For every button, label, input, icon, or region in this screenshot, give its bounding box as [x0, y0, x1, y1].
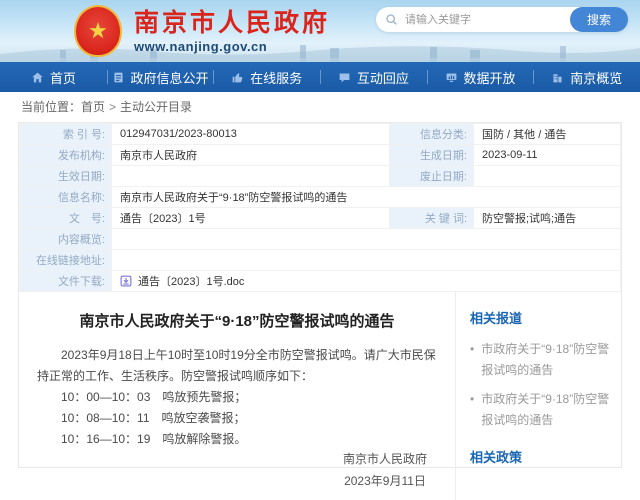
breadcrumb-current: 主动公开目录: [120, 100, 192, 114]
site-url: www.nanjing.gov.cn: [134, 39, 330, 54]
document-panel: 索 引 号: 012947031/2023-80013 信息分类: 国防 / 其…: [18, 122, 622, 468]
table-row: 生效日期: 废止日期:: [20, 166, 621, 187]
summary-label: 内容概览:: [20, 229, 112, 250]
search-bar: 搜索: [376, 7, 628, 32]
related-policies-heading: 相关政策: [470, 447, 611, 466]
notice-article: 南京市人民政府关于“9·18”防空警报试鸣的通告 2023年9月18日上午10时…: [19, 292, 455, 500]
search-button[interactable]: 搜索: [570, 7, 628, 32]
download-file-link[interactable]: 通告〔2023〕1号.doc: [138, 273, 244, 289]
breadcrumb-home-link[interactable]: 首页: [81, 100, 105, 114]
table-row: 文 号: 通告〔2023〕1号 关 键 词: 防空警报;试鸣;通告: [20, 208, 621, 229]
national-emblem-logo: ★: [74, 5, 122, 57]
summary-value: [112, 229, 621, 250]
effective-date-label: 生效日期:: [20, 166, 112, 187]
keywords-label: 关 键 词:: [390, 208, 474, 229]
schedule-line: 10：16—10：19 鸣放解除警报。: [37, 429, 437, 450]
nav-item-online-services[interactable]: 在线服务: [213, 62, 320, 92]
table-row: 文件下载: 通告〔2023〕1号.doc: [20, 271, 621, 292]
index-number-value: 012947031/2023-80013: [112, 124, 390, 145]
signature-name: 南京市人民政府: [343, 448, 427, 470]
nav-label: 在线服务: [250, 68, 302, 87]
issuing-org-value: 南京市人民政府: [112, 145, 390, 166]
article-paragraph: 2023年9月18日上午10时至10时19分全市防空警报试鸣。请广大市民保持正常…: [37, 345, 437, 387]
issuing-org-label: 发布机构:: [20, 145, 112, 166]
abolish-date-label: 废止日期:: [390, 166, 474, 187]
bullet-icon: •: [470, 389, 474, 431]
site-header: ★ 南京市人民政府 www.nanjing.gov.cn 搜索: [0, 0, 640, 62]
file-download-label: 文件下载:: [20, 271, 112, 292]
search-icon: [385, 13, 398, 26]
nav-item-gov-info[interactable]: 政府信息公开: [107, 62, 214, 92]
nav-item-interaction[interactable]: 互动回应: [320, 62, 427, 92]
nav-label: 首页: [50, 68, 76, 87]
download-icon: [120, 275, 132, 287]
breadcrumb: 当前位置：首页 > 主动公开目录: [0, 92, 640, 122]
nav-label: 南京概览: [570, 68, 622, 87]
nav-label: 数据开放: [464, 68, 516, 87]
schedule-line: 10：08—10：11 鸣放空袭警报；: [37, 408, 437, 429]
keywords-value: 防空警报;试鸣;通告: [474, 208, 621, 229]
index-number-label: 索 引 号:: [20, 124, 112, 145]
nav-item-nanjing-overview[interactable]: 南京概览: [533, 62, 640, 92]
related-report-text: 市政府关于“9·18”防空警报试鸣的通告: [481, 389, 611, 431]
bullet-icon: •: [470, 339, 474, 381]
table-row: 信息名称: 南京市人民政府关于“9·18”防空警报试鸣的通告: [20, 187, 621, 208]
schedule-line: 10：00—10：03 鸣放预先警报；: [37, 387, 437, 408]
table-row: 内容概览:: [20, 229, 621, 250]
signature-date: 2023年9月11日: [343, 470, 427, 492]
effective-date-value: [112, 166, 390, 187]
nav-label: 政府信息公开: [131, 68, 209, 87]
related-sidebar: 相关报道 • 市政府关于“9·18”防空警报试鸣的通告 • 市政府关于“9·18…: [455, 292, 621, 500]
info-name-value: 南京市人民政府关于“9·18”防空警报试鸣的通告: [112, 187, 621, 208]
table-row: 发布机构: 南京市人民政府 生成日期: 2023-09-11: [20, 145, 621, 166]
table-row: 索 引 号: 012947031/2023-80013 信息分类: 国防 / 其…: [20, 124, 621, 145]
created-date-value: 2023-09-11: [474, 145, 621, 166]
breadcrumb-separator: >: [109, 100, 116, 114]
info-name-label: 信息名称:: [20, 187, 112, 208]
online-link-label: 在线链接地址:: [20, 250, 112, 271]
site-title: 南京市人民政府: [134, 9, 330, 37]
related-reports-heading: 相关报道: [470, 308, 611, 327]
related-report-text: 市政府关于“9·18”防空警报试鸣的通告: [481, 339, 611, 381]
article-title: 南京市人民政府关于“9·18”防空警报试鸣的通告: [37, 310, 437, 331]
nav-item-open-data[interactable]: 数据开放: [427, 62, 534, 92]
home-icon: [31, 71, 44, 84]
monitor-icon: [445, 71, 458, 84]
document-icon: [112, 71, 125, 84]
search-input[interactable]: [403, 13, 570, 27]
nav-item-home[interactable]: 首页: [0, 62, 107, 92]
building-icon: [551, 71, 564, 84]
created-date-label: 生成日期:: [390, 145, 474, 166]
metadata-table: 索 引 号: 012947031/2023-80013 信息分类: 国防 / 其…: [19, 123, 621, 292]
signature-block: 南京市人民政府 2023年9月11日: [343, 448, 427, 492]
abolish-date-value: [474, 166, 621, 187]
category-label: 信息分类:: [390, 124, 474, 145]
thumb-up-icon: [231, 71, 244, 84]
doc-number-label: 文 号:: [20, 208, 112, 229]
main-nav: 首页 政府信息公开 在线服务 互动回应 数据开放: [0, 62, 640, 92]
online-link-value: [112, 250, 621, 271]
category-value: 国防 / 其他 / 通告: [474, 124, 621, 145]
breadcrumb-prefix: 当前位置：: [21, 100, 81, 114]
related-report-link[interactable]: • 市政府关于“9·18”防空警报试鸣的通告: [470, 339, 611, 381]
doc-number-value: 通告〔2023〕1号: [112, 208, 390, 229]
emblem-star-icon: ★: [88, 20, 108, 42]
site-logo-group[interactable]: ★ 南京市人民政府 www.nanjing.gov.cn: [74, 5, 330, 57]
related-report-link[interactable]: • 市政府关于“9·18”防空警报试鸣的通告: [470, 389, 611, 431]
nav-label: 互动回应: [357, 68, 409, 87]
chat-bubble-icon: [338, 71, 351, 84]
table-row: 在线链接地址:: [20, 250, 621, 271]
